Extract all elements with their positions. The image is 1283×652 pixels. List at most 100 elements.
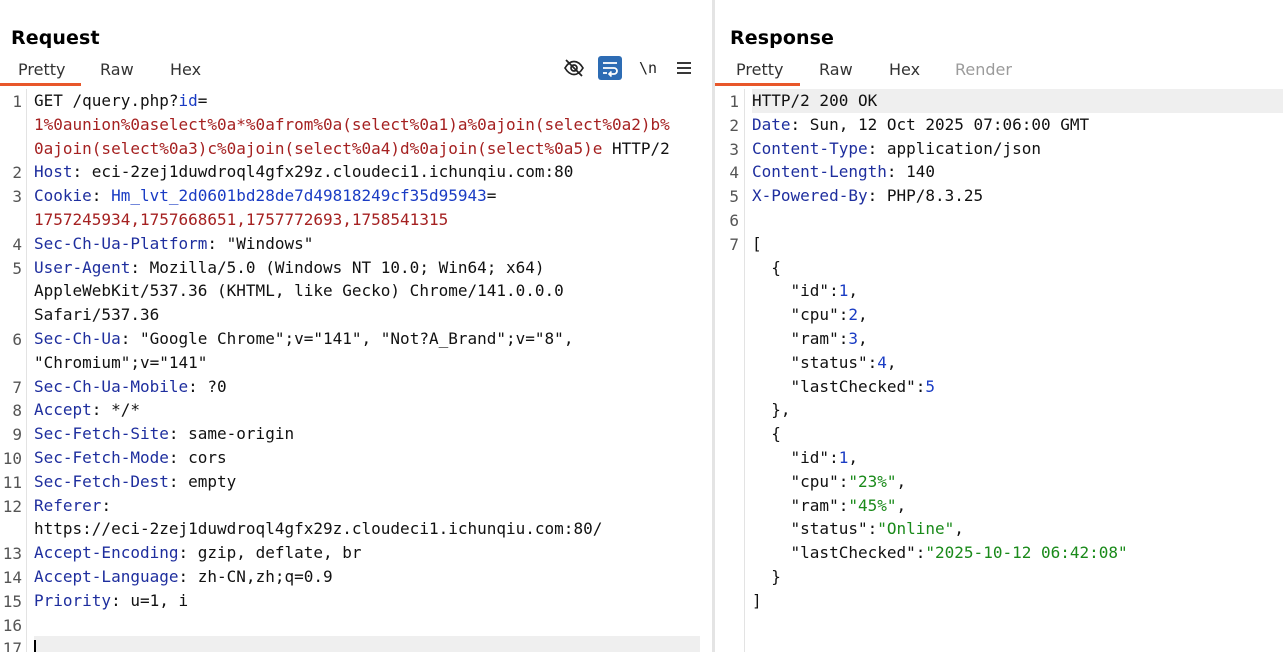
eye-off-icon[interactable] xyxy=(562,56,586,80)
request-editor[interactable]: 1 2 3 4 5 6 7 8 9 10 11 12 13 14 15 16 17 GET /query.php… xyxy=(0,89,712,652)
request-token: https://eci-2zej1duwdroql4gfx29z.cloudec… xyxy=(34,519,603,539)
request-line-number: 3 xyxy=(12,187,22,207)
response-code-line[interactable]: Date: Sun, 12 Oct 2025 07:06:00 GMT xyxy=(752,113,1283,137)
request-token: GET /query.php? xyxy=(34,91,179,110)
response-code-line[interactable]: [ xyxy=(752,232,1283,256)
request-code-line[interactable]: User-Agent: Mozilla/5.0 (Windows NT 10.0… xyxy=(34,256,700,280)
request-token: Safari/537.36 xyxy=(34,305,160,325)
request-token: : Mozilla/5.0 (Windows NT 10.0; Win64; x… xyxy=(130,257,545,277)
request-token: id xyxy=(178,91,198,110)
response-token: "id": xyxy=(752,281,839,301)
request-code-line[interactable]: Accept-Language: zh-CN,zh;q=0.9 xyxy=(34,565,700,589)
response-editor[interactable]: 1234567 HTTP/2 200 OK Date: Sun, 12 Oct 2… xyxy=(715,89,1283,652)
text-caret xyxy=(34,640,36,652)
response-code-line[interactable]: { xyxy=(752,256,1283,280)
response-line-number: 5 xyxy=(729,187,739,207)
response-code-line[interactable]: "status":4, xyxy=(752,351,1283,375)
response-code-line[interactable]: } xyxy=(752,565,1283,589)
response-title: Response xyxy=(730,27,835,49)
response-line-number: 4 xyxy=(729,163,739,183)
request-token: : empty xyxy=(168,471,237,491)
response-tab-pretty[interactable]: Pretty xyxy=(736,60,783,79)
request-tab-pretty[interactable]: Pretty xyxy=(18,60,65,79)
response-token: , xyxy=(896,471,907,491)
response-code-line[interactable]: { xyxy=(752,422,1283,446)
response-code-line[interactable]: "id":1, xyxy=(752,446,1283,470)
newline-label: \n xyxy=(638,59,658,77)
request-toolbar: \n xyxy=(562,56,698,80)
response-code-line[interactable]: "lastChecked":"2025-10-12 06:42:08" xyxy=(752,541,1283,565)
request-code-line[interactable]: Sec-Ch-Ua: "Google Chrome";v="141", "Not… xyxy=(34,327,700,351)
request-code-line[interactable]: 0ajoin(select%0a3)c%0ajoin(select%0a4)d%… xyxy=(34,137,700,161)
response-code-line[interactable]: "ram":"45%", xyxy=(752,494,1283,518)
response-token: X-Powered-By xyxy=(752,186,868,206)
request-code-line[interactable]: Accept-Encoding: gzip, deflate, br xyxy=(34,541,700,565)
response-code-line[interactable]: "cpu":"23%", xyxy=(752,470,1283,494)
request-code-line[interactable]: 1757245934,1757668651,1757772693,1758541… xyxy=(34,208,700,232)
request-code-line[interactable]: GET /query.php?id= xyxy=(34,89,700,113)
response-gutter: 1 2 3 4 5 6 7 xyxy=(715,89,745,652)
response-code-line[interactable]: "id":1, xyxy=(752,279,1283,303)
response-token: "lastChecked": xyxy=(752,543,926,563)
response-code-line[interactable]: Content-Length: 140 xyxy=(752,160,1283,184)
request-tab-hex[interactable]: Hex xyxy=(170,60,201,79)
request-token: Sec-Ch-Ua xyxy=(34,329,121,348)
request-code-line[interactable]: 1%0aunion%0aselect%0a*%0afrom%0a(select%… xyxy=(34,113,700,137)
response-token: ] xyxy=(752,590,762,610)
request-token: 1757245934,1757668651,1757772693,1758541… xyxy=(34,210,449,229)
response-line-number: 1 xyxy=(729,92,739,111)
request-code-line[interactable]: Sec-Fetch-Site: same-origin xyxy=(34,422,700,446)
request-code-line[interactable]: Priority: u=1, i xyxy=(34,589,700,613)
request-token: 1%0aunion%0aselect%0a*%0afrom%0a(select%… xyxy=(34,114,670,134)
response-line-number: 3 xyxy=(729,139,739,159)
request-line-number: 16 xyxy=(2,615,22,635)
response-token: 1 xyxy=(838,448,849,467)
response-code-line[interactable]: ] xyxy=(752,589,1283,613)
request-line-number: 5 xyxy=(12,258,22,278)
request-gutter: 1 2 3 4 5 6 7 8 9 10 11 12 13 14 15 16 17 xyxy=(0,89,27,652)
response-code-line[interactable]: "lastChecked":5 xyxy=(752,375,1283,399)
request-code-line[interactable]: "Chromium";v="141" xyxy=(34,351,700,375)
wrap-icon[interactable] xyxy=(598,56,622,80)
response-code-line[interactable]: X-Powered-By: PHP/8.3.25 xyxy=(752,184,1283,208)
request-code-line[interactable]: Sec-Fetch-Mode: cors xyxy=(34,446,700,470)
request-token: : xyxy=(101,495,112,515)
request-token: Host xyxy=(34,162,73,182)
response-code-line[interactable]: "status":"Online", xyxy=(752,517,1283,541)
request-code-line[interactable] xyxy=(34,613,700,637)
response-token: "ram": xyxy=(752,495,849,515)
request-code-line[interactable] xyxy=(34,636,700,652)
request-code-line[interactable]: Sec-Ch-Ua-Platform: "Windows" xyxy=(34,232,700,256)
request-pane: Request Pretty Raw Hex \n 1 2 3 4 5 6 7 8 9 10 11 1… xyxy=(0,0,712,652)
request-code-line[interactable]: Accept: */* xyxy=(34,398,700,422)
response-code-line[interactable]: "ram":3, xyxy=(752,327,1283,351)
response-token: }, xyxy=(752,400,791,420)
newline-icon[interactable]: \n xyxy=(636,56,660,80)
request-token: Hm_lvt_2d0601bd28de7d49818249cf35d95943 xyxy=(111,186,487,206)
response-tab-render[interactable]: Render xyxy=(955,60,1012,79)
request-line-number: 4 xyxy=(12,234,22,254)
request-code-line[interactable]: https://eci-2zej1duwdroql4gfx29z.cloudec… xyxy=(34,517,700,541)
request-tab-raw[interactable]: Raw xyxy=(100,60,134,79)
request-code-line[interactable]: Sec-Fetch-Dest: empty xyxy=(34,470,700,494)
request-code-line[interactable]: AppleWebKit/537.36 (KHTML, like Gecko) C… xyxy=(34,279,700,303)
response-code-line[interactable]: }, xyxy=(752,398,1283,422)
response-code-line[interactable] xyxy=(752,208,1283,232)
request-token: "Chromium";v="141" xyxy=(34,352,208,372)
request-token: Sec-Ch-Ua-Platform xyxy=(34,233,208,253)
menu-icon[interactable] xyxy=(672,56,696,80)
response-code-line[interactable]: Content-Type: application/json xyxy=(752,137,1283,161)
request-code-line[interactable]: Cookie: Hm_lvt_2d0601bd28de7d49818249cf3… xyxy=(34,184,700,208)
request-line-number: 17 xyxy=(2,639,22,652)
request-active-tab-indicator xyxy=(0,83,81,86)
response-tab-hex[interactable]: Hex xyxy=(889,60,920,79)
request-line-number: 9 xyxy=(12,425,22,445)
response-code-line[interactable]: "cpu":2, xyxy=(752,303,1283,327)
request-code-line[interactable]: Sec-Ch-Ua-Mobile: ?0 xyxy=(34,375,700,399)
request-code-line[interactable]: Safari/537.36 xyxy=(34,303,700,327)
request-title: Request xyxy=(11,27,100,49)
response-code-line[interactable]: HTTP/2 200 OK xyxy=(752,89,1283,113)
request-code-line[interactable]: Host: eci-2zej1duwdroql4gfx29z.cloudeci1… xyxy=(34,160,700,184)
response-tab-raw[interactable]: Raw xyxy=(819,60,853,79)
request-code-line[interactable]: Referer: xyxy=(34,494,700,518)
